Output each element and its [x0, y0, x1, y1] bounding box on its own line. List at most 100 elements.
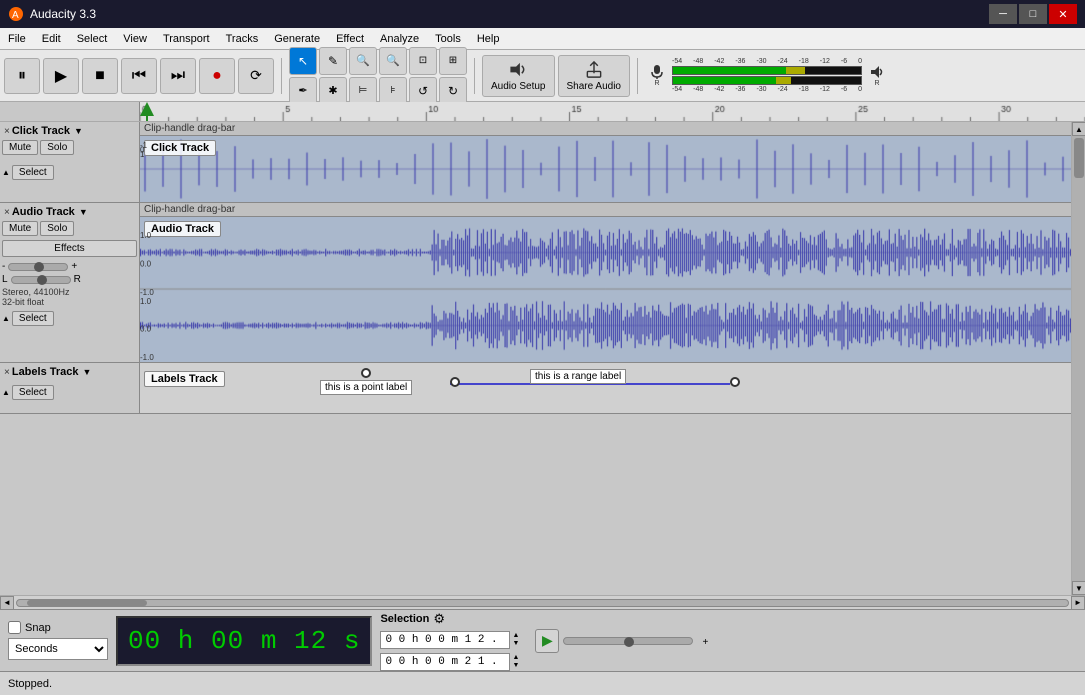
audio-track-controls: × Audio Track ▼ Mute Solo Effects - — [0, 203, 140, 362]
click-track-body: Clip-handle drag-bar Click Track 1 0 -1 — [140, 122, 1071, 202]
menu-transport[interactable]: Transport — [155, 28, 218, 50]
click-track-dropdown[interactable]: ▼ — [74, 126, 83, 136]
menu-file[interactable]: File — [0, 28, 34, 50]
trim-button[interactable]: ⊨ — [349, 77, 377, 105]
hscroll-right-button[interactable]: ► — [1071, 596, 1085, 610]
vscroll-thumb[interactable] — [1074, 138, 1084, 178]
audio-setup-label: Audio Setup — [491, 81, 546, 92]
labels-track-dropdown[interactable]: ▼ — [83, 367, 92, 377]
app-icon: A — [8, 6, 24, 22]
snap-label: Snap — [25, 622, 51, 634]
menu-help[interactable]: Help — [469, 28, 508, 50]
pause-button[interactable]: ⏸ — [4, 58, 40, 94]
click-track-solo-button[interactable]: Solo — [40, 140, 74, 155]
audio-track-solo-button[interactable]: Solo — [40, 221, 74, 236]
menu-tracks[interactable]: Tracks — [218, 28, 267, 50]
maximize-button[interactable]: □ — [1019, 4, 1047, 24]
ruler-canvas — [140, 102, 1085, 122]
menu-select[interactable]: Select — [69, 28, 116, 50]
click-track-mute-button[interactable]: Mute — [2, 140, 38, 155]
silence-button[interactable]: ⊧ — [379, 77, 407, 105]
close-button[interactable]: ✕ — [1049, 4, 1077, 24]
labels-track-name: Labels Track — [12, 366, 79, 378]
main-area: × Click Track ▼ Mute Solo ▲ Select Clip-… — [0, 102, 1085, 609]
fit-project-button[interactable]: ⊡ — [409, 47, 437, 75]
audio-track-select-button[interactable]: Select — [12, 311, 54, 326]
audio-setup-button[interactable]: Audio Setup — [482, 55, 555, 97]
hscroll-thumb[interactable] — [27, 600, 147, 606]
share-audio-label: Share Audio — [567, 81, 622, 92]
loop-button[interactable]: ⟳ — [238, 58, 274, 94]
settings-gear-button[interactable]: ⚙ — [433, 611, 445, 627]
audio-track-dropdown[interactable]: ▼ — [79, 207, 88, 217]
redo-button[interactable]: ↻ — [439, 77, 467, 105]
labels-track-label: Labels Track — [144, 371, 225, 387]
fit-track-button[interactable]: ⊞ — [439, 47, 467, 75]
labels-track-body: Labels Track this is a point label this … — [140, 363, 1071, 413]
horizontal-scrollbar[interactable]: ◄ ► — [0, 595, 1085, 609]
click-track-controls: × Click Track ▼ Mute Solo ▲ Select — [0, 122, 140, 202]
labels-track-controls: × Labels Track ▼ ▲ Select — [0, 363, 140, 413]
audio-track-body: Clip-handle drag-bar Audio Track 1.0 0.0… — [140, 203, 1071, 362]
click-track-select-button[interactable]: Select — [12, 165, 54, 180]
play-button[interactable]: ▶ — [43, 58, 79, 94]
selection-start-up[interactable]: ▲ — [512, 632, 519, 640]
menubar: File Edit Select View Transport Tracks G… — [0, 28, 1085, 50]
audio-track: × Audio Track ▼ Mute Solo Effects - — [0, 203, 1071, 363]
audio-track-mute-button[interactable]: Mute — [2, 221, 38, 236]
svg-text:A: A — [12, 10, 19, 21]
hscroll-track — [16, 599, 1069, 607]
multi-tool-button[interactable]: ✱ — [319, 77, 347, 105]
audio-track-waveform — [140, 217, 1071, 361]
select-tool-button[interactable]: ↖ — [289, 47, 317, 75]
vscroll-track — [1072, 136, 1085, 581]
labels-track-select-button[interactable]: Select — [12, 385, 54, 400]
zoom-out-button[interactable]: 🔍 — [379, 47, 407, 75]
vscroll-down-button[interactable]: ▼ — [1072, 581, 1085, 595]
audio-track-close[interactable]: × — [4, 207, 10, 218]
playback-play-button[interactable]: ▶ — [535, 629, 559, 653]
audio-track-dragbar[interactable]: Clip-handle drag-bar — [140, 203, 1071, 217]
skip-forward-button[interactable]: ⏭ — [160, 58, 196, 94]
vscroll-up-button[interactable]: ▲ — [1072, 122, 1085, 136]
envelope-tool-button[interactable]: ✎ — [319, 47, 347, 75]
tracks-scroll: × Click Track ▼ Mute Solo ▲ Select Clip-… — [0, 122, 1071, 595]
audio-track-info1: Stereo, 44100Hz — [2, 287, 137, 297]
stop-button[interactable]: ■ — [82, 58, 118, 94]
labels-track-select-arrow: ▲ — [2, 388, 10, 397]
share-audio-button[interactable]: Share Audio — [558, 55, 631, 97]
playback-speed-slider[interactable]: + — [563, 637, 693, 645]
labels-track-close[interactable]: × — [4, 367, 10, 378]
record-button[interactable]: ● — [199, 58, 235, 94]
selection-end-down[interactable]: ▼ — [512, 662, 519, 670]
pan-right-label: R — [74, 274, 81, 285]
tracks-area: × Click Track ▼ Mute Solo ▲ Select Clip-… — [0, 122, 1085, 595]
selection-end-up[interactable]: ▲ — [512, 654, 519, 662]
speaker-small-icon — [869, 64, 885, 80]
seconds-select[interactable]: Seconds — [8, 638, 108, 660]
mic-icon — [649, 64, 665, 80]
selection-label: Selection — [380, 613, 429, 625]
hscroll-left-button[interactable]: ◄ — [0, 596, 14, 610]
selection-start-down[interactable]: ▼ — [512, 640, 519, 648]
click-track-dragbar[interactable]: Clip-handle drag-bar — [140, 122, 1071, 136]
zoom-in-button[interactable]: 🔍 — [349, 47, 377, 75]
empty-track-area — [0, 414, 1071, 595]
click-track-close[interactable]: × — [4, 126, 10, 137]
audio-track-effects-button[interactable]: Effects — [2, 240, 137, 257]
menu-edit[interactable]: Edit — [34, 28, 69, 50]
snap-checkbox[interactable] — [8, 621, 21, 634]
selection-start-field[interactable] — [380, 631, 510, 649]
selection-end-field[interactable] — [380, 653, 510, 671]
minimize-button[interactable]: ─ — [989, 4, 1017, 24]
gain-slider[interactable] — [8, 263, 68, 271]
vertical-scrollbar[interactable]: ▲ ▼ — [1071, 122, 1085, 595]
undo-button[interactable]: ↺ — [409, 77, 437, 105]
pan-slider[interactable] — [11, 276, 71, 284]
point-label: this is a point label — [320, 380, 412, 395]
bottom-bar: Snap Seconds 00 h 00 m 12 s Selection ⚙ … — [0, 609, 1085, 671]
skip-back-button[interactable]: ⏮ — [121, 58, 157, 94]
click-track-label: Click Track — [144, 140, 216, 156]
draw-tool-button[interactable]: ✒ — [289, 77, 317, 105]
menu-view[interactable]: View — [115, 28, 155, 50]
